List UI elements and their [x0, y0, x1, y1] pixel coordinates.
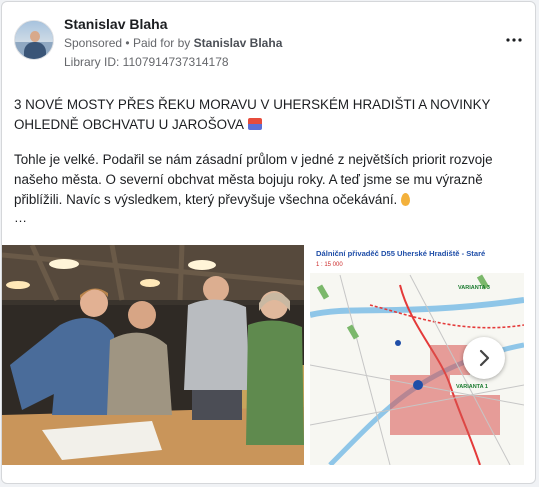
ad-meta: Sponsored • Paid for by Stanislav Blaha — [64, 36, 283, 50]
carousel-next-button[interactable] — [463, 337, 505, 379]
more-horizontal-icon — [506, 38, 522, 42]
see-more-ellipsis[interactable]: … — [14, 210, 27, 225]
ad-header: Stanislav Blaha Sponsored • Paid for by … — [14, 14, 524, 72]
meeting-photo-illustration — [2, 245, 304, 465]
flag-icon — [247, 118, 262, 130]
ad-body: Tohle je velké. Podařil se nám zásadní p… — [14, 150, 524, 210]
page-name[interactable]: Stanislav Blaha — [64, 16, 168, 32]
paid-for-name: Stanislav Blaha — [193, 36, 283, 50]
fire-emoji-icon — [401, 193, 411, 206]
map-scale: 1 : 15 000 — [316, 262, 343, 268]
ad-body-text: Tohle je velké. Podařil se nám zásadní p… — [14, 152, 493, 207]
chevron-right-icon — [479, 349, 490, 367]
ad-card: Stanislav Blaha Sponsored • Paid for by … — [1, 1, 536, 484]
carousel-photo-meeting[interactable] — [2, 245, 304, 465]
paid-for-label: Paid for by — [132, 36, 191, 50]
sponsored-label: Sponsored — [64, 36, 123, 50]
map-title: Dálniční přivaděč D55 Uherské Hradiště -… — [316, 249, 485, 258]
ad-title: 3 NOVÉ MOSTY PŘES ŘEKU MORAVU V UHERSKÉM… — [14, 95, 519, 135]
map-label-variant-1: VARIANTA 1 — [456, 384, 488, 390]
more-options-button[interactable] — [504, 30, 524, 50]
image-carousel[interactable]: Dálniční přivaděč D55 Uherské Hradiště -… — [2, 245, 535, 465]
map-label-variant-3: VARIANTA 3 — [458, 285, 490, 291]
avatar[interactable] — [14, 20, 54, 60]
library-id: Library ID: 1107914737314178 — [64, 55, 229, 69]
